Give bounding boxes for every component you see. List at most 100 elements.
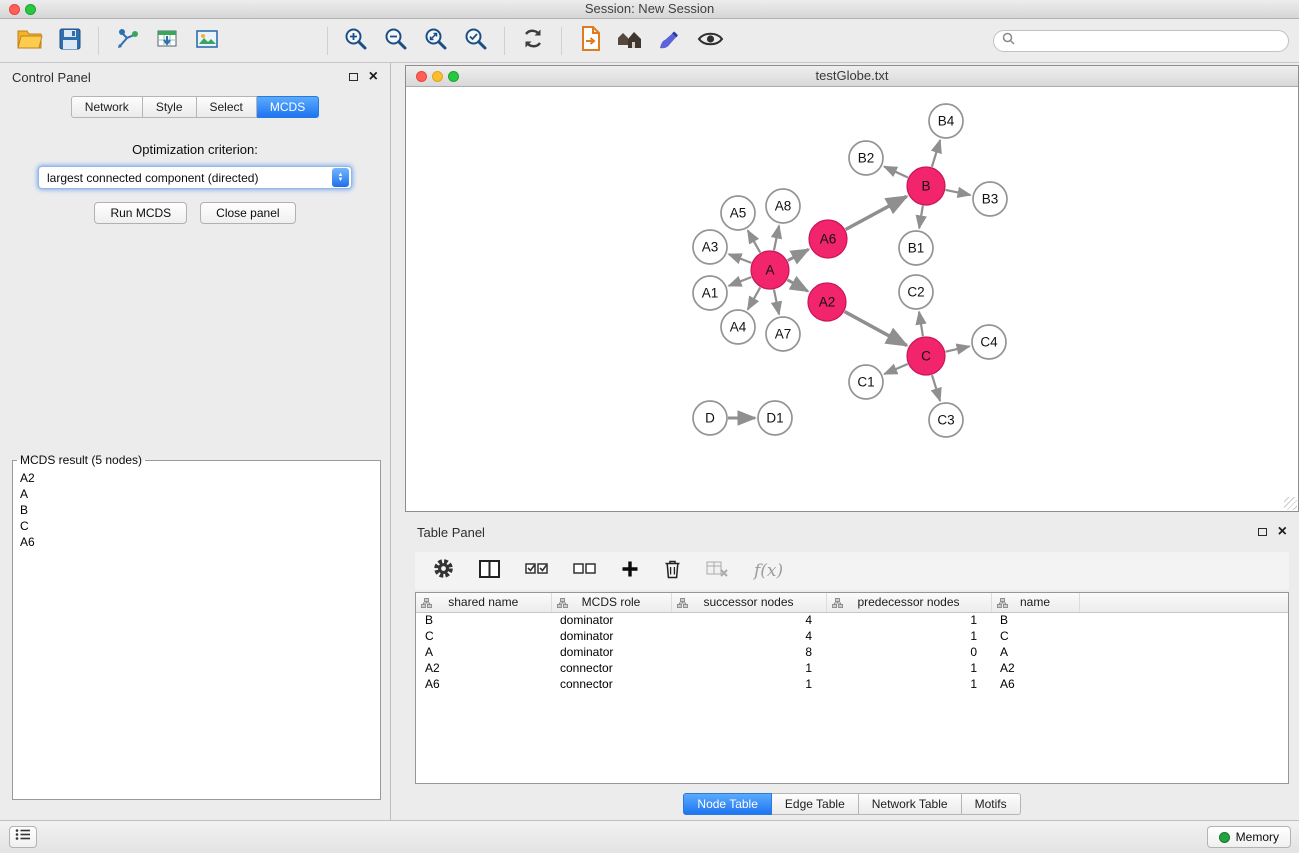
column-header-mcds-role[interactable]: MCDS role [551,593,671,612]
network-node-A4[interactable]: A4 [721,310,755,344]
table-cell[interactable]: 8 [671,644,826,660]
table-cell[interactable]: A6 [416,676,551,692]
table-cell[interactable]: connector [551,660,671,676]
table-cell[interactable]: dominator [551,628,671,644]
memory-button[interactable]: Memory [1207,826,1291,848]
network-edge-A6-B[interactable] [846,196,907,229]
close-window-button[interactable] [9,4,20,15]
mcds-result-item[interactable]: C [20,518,373,534]
mcds-result-item[interactable]: B [20,502,373,518]
network-edge-B-B4[interactable] [932,140,940,167]
network-node-C2[interactable]: C2 [899,275,933,309]
table-row[interactable]: Adominator80A [416,644,1288,660]
network-node-C1[interactable]: C1 [849,365,883,399]
column-header-predecessor-nodes[interactable]: predecessor nodes [826,593,991,612]
network-node-C[interactable]: C [907,337,945,375]
show-view-button[interactable] [690,24,730,58]
refresh-button[interactable] [513,24,553,58]
network-node-B2[interactable]: B2 [849,141,883,175]
table-row[interactable]: A6connector11A6 [416,676,1288,692]
show-columns-button[interactable] [479,560,500,583]
delete-table-button[interactable] [706,560,729,583]
style-brush-button[interactable] [650,24,690,58]
table-tab-edge-table[interactable]: Edge Table [772,793,859,815]
zoom-out-button[interactable] [376,24,416,58]
network-edge-C-C4[interactable] [946,346,970,351]
table-cell[interactable]: C [991,628,1079,644]
run-mcds-button[interactable]: Run MCDS [94,202,187,224]
tab-network[interactable]: Network [71,96,143,118]
network-node-A1[interactable]: A1 [693,276,727,310]
float-panel-icon[interactable] [349,73,358,81]
table-cell[interactable]: 1 [826,660,991,676]
network-node-D1[interactable]: D1 [758,401,792,435]
network-edge-A-A8[interactable] [774,226,779,251]
column-header-shared-name[interactable]: shared name [416,593,551,612]
close-panel-button[interactable]: Close panel [200,202,295,224]
table-tab-motifs[interactable]: Motifs [962,793,1021,815]
network-node-A6[interactable]: A6 [809,220,847,258]
network-node-A8[interactable]: A8 [766,189,800,223]
table-tab-node-table[interactable]: Node Table [683,793,772,815]
zoom-fit-button[interactable] [416,24,456,58]
table-cell[interactable]: C [416,628,551,644]
save-session-button[interactable] [50,24,90,58]
network-node-B1[interactable]: B1 [899,231,933,265]
column-header-name[interactable]: name [991,593,1079,612]
add-row-button[interactable] [621,560,639,583]
table-row[interactable]: Cdominator41C [416,628,1288,644]
home-view-button[interactable] [610,24,650,58]
column-header-successor-nodes[interactable]: successor nodes [671,593,826,612]
network-edge-A-A2[interactable] [787,280,807,291]
network-edge-A-A5[interactable] [748,230,760,252]
zoom-network-window-button[interactable] [448,71,459,82]
zoom-in-button[interactable] [336,24,376,58]
resize-grip[interactable] [1284,497,1297,510]
minimize-network-window-button[interactable] [432,71,443,82]
select-all-button[interactable] [525,561,548,582]
network-node-A7[interactable]: A7 [766,317,800,351]
table-cell[interactable]: 1 [671,660,826,676]
table-cell[interactable]: B [991,612,1079,628]
network-edge-B-B1[interactable] [919,206,923,229]
table-cell[interactable]: connector [551,676,671,692]
delete-row-button[interactable] [664,559,681,584]
table-cell[interactable]: 4 [671,628,826,644]
tab-select[interactable]: Select [197,96,257,118]
network-edge-A-A6[interactable] [788,249,809,260]
function-builder-button[interactable]: f(x) [754,561,783,581]
import-table-button[interactable] [147,24,187,58]
mcds-result-item[interactable]: A6 [20,534,373,550]
table-cell[interactable]: A6 [991,676,1079,692]
table-row[interactable]: Bdominator41B [416,612,1288,628]
network-node-A[interactable]: A [751,251,789,289]
deselect-all-button[interactable] [573,561,596,582]
mcds-result-item[interactable]: A2 [20,470,373,486]
network-node-C3[interactable]: C3 [929,403,963,437]
search-input[interactable] [1020,34,1280,48]
zoom-selected-button[interactable] [456,24,496,58]
network-edge-C-C2[interactable] [919,312,923,336]
table-cell[interactable]: 1 [826,612,991,628]
open-session-button[interactable] [10,24,50,58]
table-cell[interactable]: 0 [826,644,991,660]
tab-mcds[interactable]: MCDS [257,96,319,118]
network-edge-A-A1[interactable] [729,277,752,286]
network-node-B4[interactable]: B4 [929,104,963,138]
table-cell[interactable]: B [416,612,551,628]
float-table-panel-icon[interactable] [1258,528,1267,536]
zoom-window-button[interactable] [25,4,36,15]
network-node-C4[interactable]: C4 [972,325,1006,359]
close-panel-icon[interactable]: × [369,72,378,82]
network-node-A5[interactable]: A5 [721,196,755,230]
network-edge-A-A4[interactable] [748,287,760,309]
toolbar-search[interactable] [993,30,1289,52]
table-cell[interactable]: 1 [671,676,826,692]
table-cell[interactable]: A [416,644,551,660]
table-cell[interactable]: A2 [416,660,551,676]
table-row[interactable]: A2connector11A2 [416,660,1288,676]
network-node-A3[interactable]: A3 [693,230,727,264]
table-cell[interactable]: dominator [551,612,671,628]
network-edge-A2-C[interactable] [845,312,907,346]
table-tab-network-table[interactable]: Network Table [859,793,962,815]
